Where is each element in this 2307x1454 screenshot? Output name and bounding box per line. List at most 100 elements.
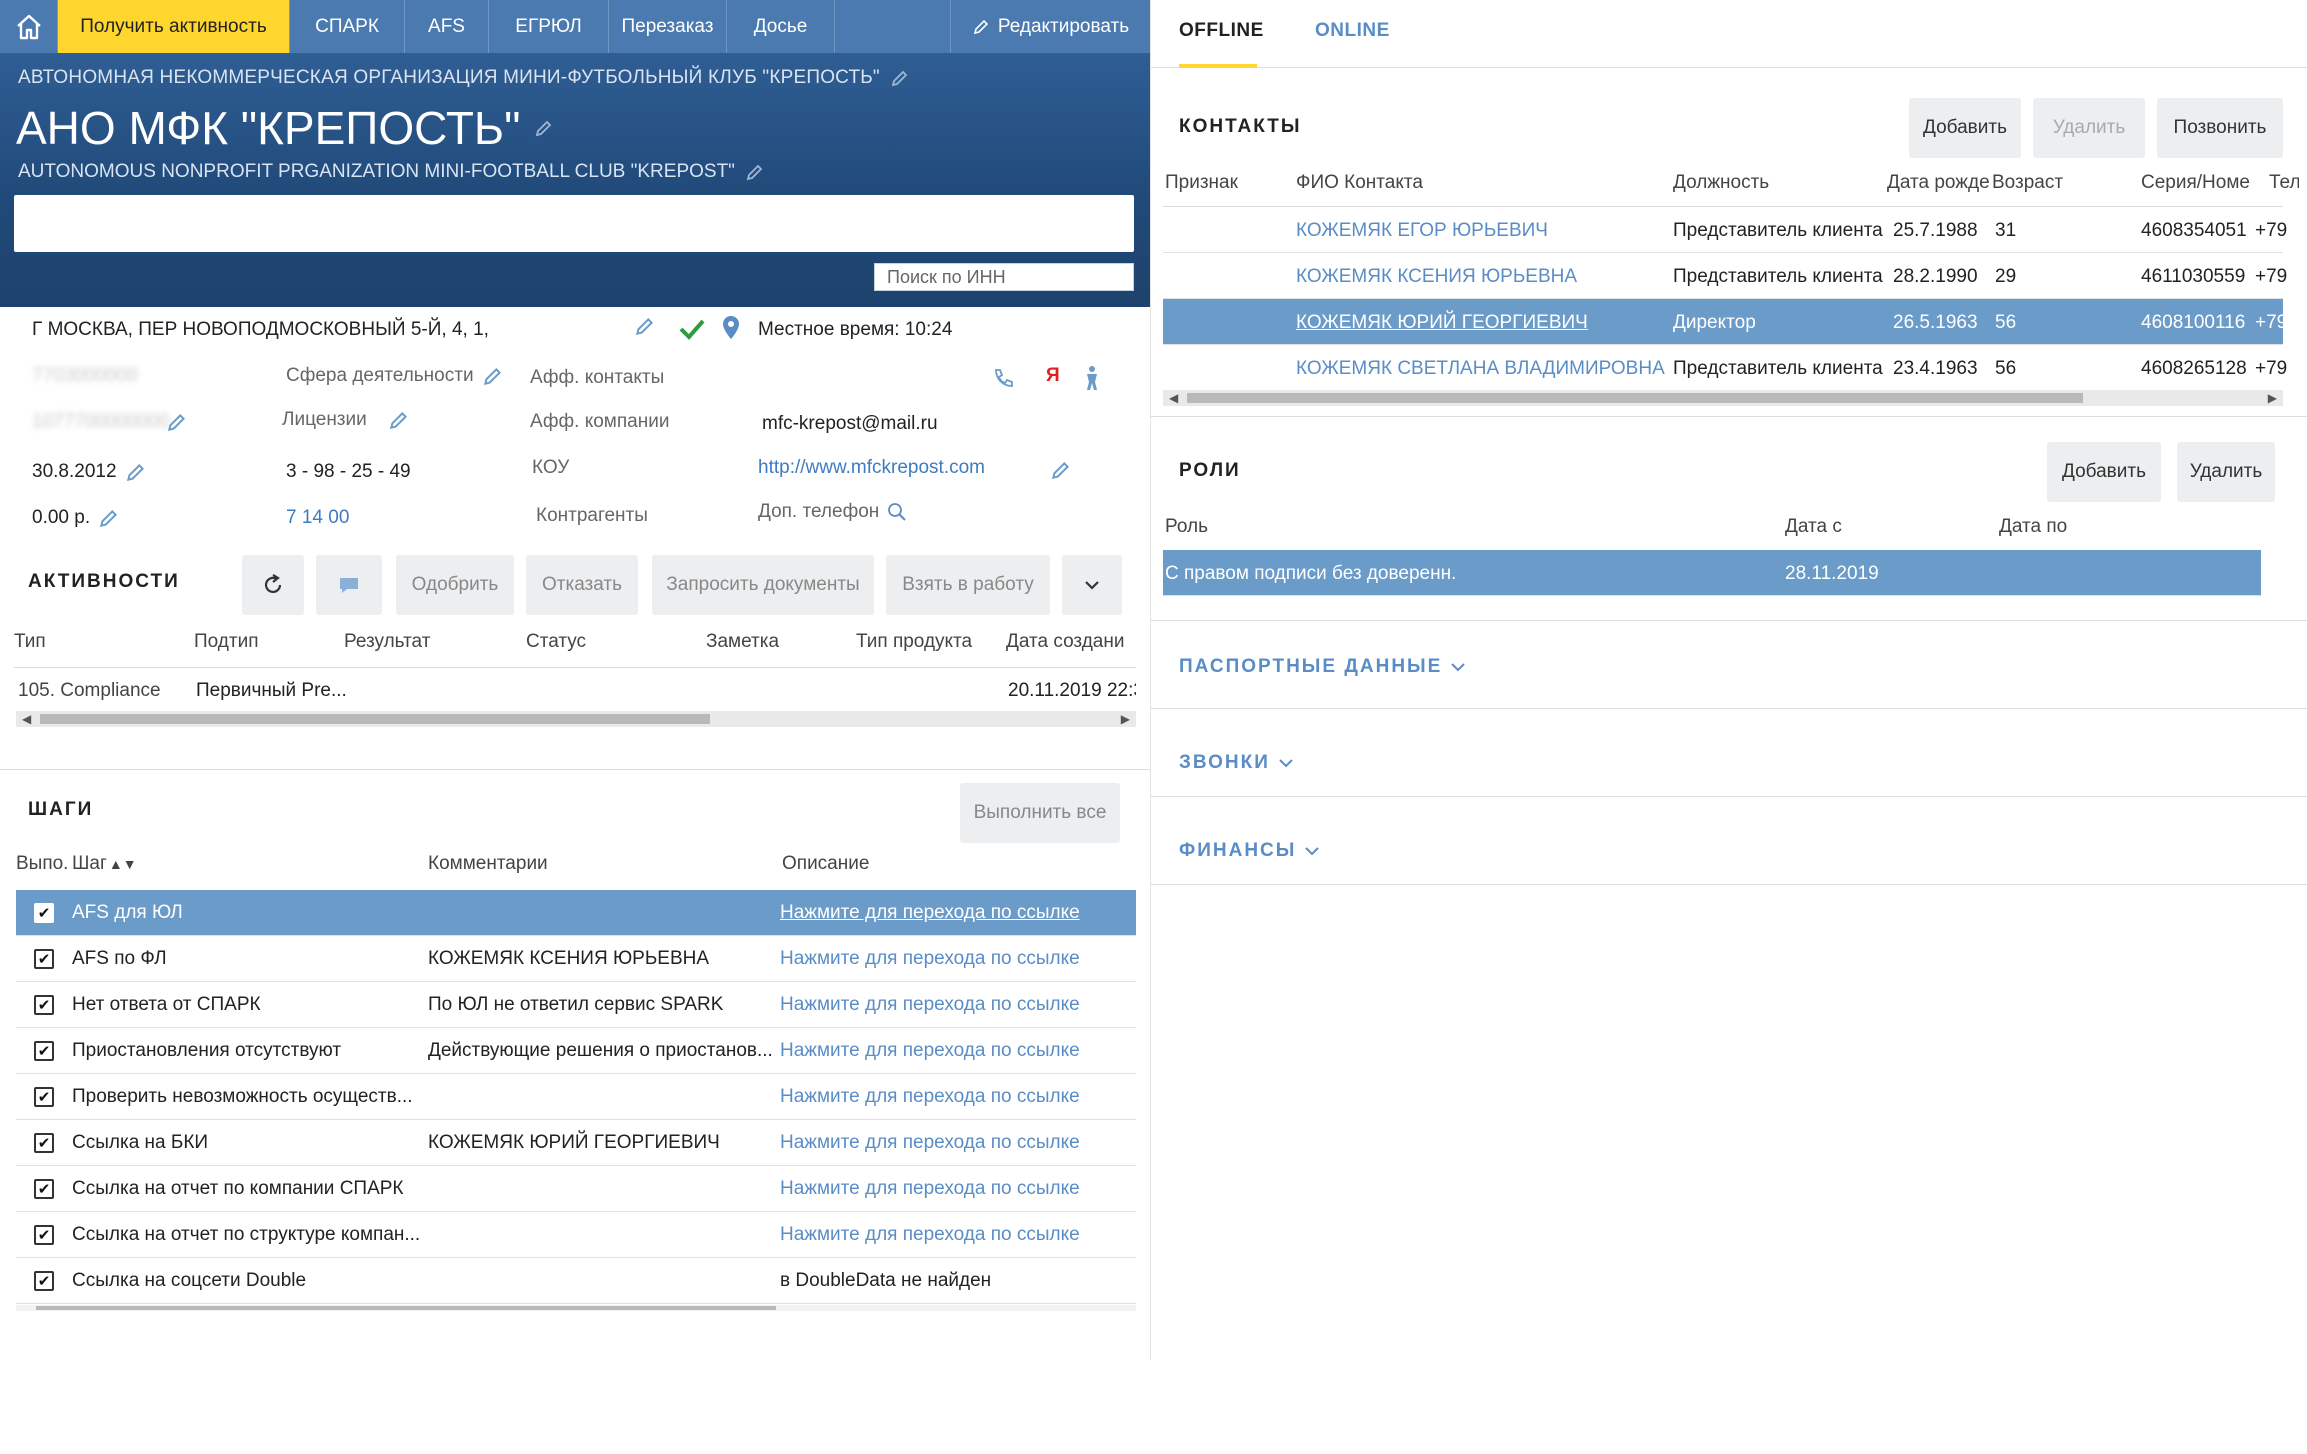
step-row[interactable]: ✔ AFS для ЮЛ Нажмите для перехода по ссылк…	[16, 890, 1136, 936]
steps-scrollbar[interactable]	[16, 1305, 1136, 1311]
nav-afs[interactable]: AFS	[405, 0, 489, 53]
activities-scrollbar[interactable]: ◀ ▶	[16, 711, 1136, 727]
edit-pencil-icon[interactable]	[388, 409, 410, 431]
step-row[interactable]: ✔ Ссылка на соцсети Double в DoubleData не…	[16, 1258, 1136, 1304]
step-description-link[interactable]: Нажмите для перехода по ссылке	[780, 948, 1080, 970]
call-contact-button[interactable]: Позвонить	[2157, 98, 2283, 158]
step-description-link[interactable]: Нажмите для перехода по ссылке	[780, 902, 1080, 924]
col-role[interactable]: Роль	[1165, 516, 1208, 538]
aff-companies-label[interactable]: Афф. компании	[530, 411, 669, 433]
location-pin-icon[interactable]	[722, 315, 740, 341]
approve-button[interactable]: Одобрить	[396, 555, 514, 615]
col-position[interactable]: Должность	[1673, 172, 1769, 194]
add-role-button[interactable]: Добавить	[2047, 442, 2161, 502]
scroll-right-icon[interactable]: ▶	[1121, 711, 1130, 727]
edit-pencil-icon[interactable]	[634, 315, 656, 337]
col-done[interactable]: Выпо.	[16, 853, 68, 875]
checkbox[interactable]: ✔	[34, 1271, 54, 1291]
person-icon[interactable]	[1082, 365, 1102, 391]
col-product-type[interactable]: Тип продукта	[856, 631, 972, 653]
contact-row[interactable]: КОЖЕМЯК СВЕТЛАНА ВЛАДИМИРОВНА Представите…	[1163, 345, 2287, 391]
calls-section-toggle[interactable]: ЗВОНКИ	[1179, 752, 1294, 774]
tab-offline[interactable]: OFFLINE	[1179, 20, 1264, 42]
scrollbar-thumb[interactable]	[1187, 393, 2083, 403]
checkbox[interactable]: ✔	[34, 995, 54, 1015]
edit-button[interactable]: Редактировать	[950, 0, 1150, 53]
step-row[interactable]: ✔ Ссылка на отчет по компании СПАРК Нажмит…	[16, 1166, 1136, 1212]
col-type[interactable]: Тип	[14, 631, 46, 653]
nav-reorder[interactable]: Перезаказ	[609, 0, 727, 53]
col-comments[interactable]: Комментарии	[428, 853, 548, 875]
checkbox[interactable]: ✔	[34, 903, 54, 923]
add-contact-button[interactable]: Добавить	[1909, 98, 2021, 158]
activity-type-link[interactable]: 105. Compliance	[18, 680, 161, 702]
counterparties-label[interactable]: Контрагенты	[536, 505, 648, 527]
checkbox[interactable]: ✔	[34, 1225, 54, 1245]
refresh-button[interactable]	[242, 555, 304, 615]
col-note[interactable]: Заметка	[706, 631, 779, 653]
col-flag[interactable]: Признак	[1165, 172, 1238, 194]
home-button[interactable]	[0, 0, 58, 53]
comment-input[interactable]	[14, 195, 1134, 252]
get-activity-button[interactable]: Получить активность	[58, 0, 290, 53]
col-date-from[interactable]: Дата с	[1785, 516, 1842, 538]
phone-icon[interactable]	[992, 367, 1014, 389]
scroll-right-icon[interactable]: ▶	[2268, 390, 2277, 406]
inn-search-input[interactable]: Поиск по ИНН	[874, 263, 1134, 291]
tab-online[interactable]: ONLINE	[1315, 20, 1390, 42]
edit-pencil-icon[interactable]	[534, 118, 554, 138]
role-row[interactable]: С правом подписи без доверенн. 28.11.201…	[1163, 550, 2261, 596]
step-row[interactable]: ✔ Проверить невозможность осуществ... Нажм…	[16, 1074, 1136, 1120]
nav-egrul[interactable]: ЕГРЮЛ	[489, 0, 609, 53]
edit-pencil-icon[interactable]	[166, 411, 188, 433]
step-row[interactable]: ✔ Нет ответа от СПАРК По ЮЛ не ответил сер…	[16, 982, 1136, 1028]
scrollbar-thumb[interactable]	[36, 1306, 776, 1310]
delete-contact-button[interactable]: Удалить	[2033, 98, 2145, 158]
nav-spark[interactable]: СПАРК	[290, 0, 405, 53]
execute-all-button[interactable]: Выполнить все	[960, 783, 1120, 843]
contact-name-link[interactable]: КОЖЕМЯК ЮРИЙ ГЕОРГИЕВИЧ	[1296, 312, 1588, 334]
okved-link[interactable]: 7 14 00	[286, 507, 349, 529]
contact-name-link[interactable]: КОЖЕМЯК КСЕНИЯ ЮРЬЕВНА	[1296, 266, 1577, 288]
col-contact-name[interactable]: ФИО Контакта	[1296, 172, 1423, 194]
col-birth[interactable]: Дата рожде	[1887, 172, 1989, 194]
step-row[interactable]: ✔ Ссылка на БКИ КОЖЕМЯК ЮРИЙ ГЕОРГИЕВИЧ Наж…	[16, 1120, 1136, 1166]
step-row[interactable]: ✔ Ссылка на отчет по структуре компан... Н…	[16, 1212, 1136, 1258]
col-step[interactable]: Шаг ▲▼	[72, 853, 137, 875]
edit-pencil-icon[interactable]	[125, 461, 147, 483]
passport-section-toggle[interactable]: ПАСПОРТНЫЕ ДАННЫЕ	[1179, 656, 1466, 678]
take-to-work-button[interactable]: Взять в работу	[886, 555, 1050, 615]
comment-button[interactable]	[316, 555, 382, 615]
request-docs-button[interactable]: Запросить документы	[652, 555, 874, 615]
col-phone[interactable]: Тел	[2269, 172, 2299, 194]
col-age[interactable]: Возраст	[1992, 172, 2063, 194]
col-date-to[interactable]: Дата по	[1999, 516, 2067, 538]
col-subtype[interactable]: Подтип	[194, 631, 259, 653]
col-result[interactable]: Результат	[344, 631, 430, 653]
step-description-link[interactable]: Нажмите для перехода по ссылке	[780, 1178, 1080, 1200]
step-row[interactable]: ✔ Приостановления отсутствуют Действующие …	[16, 1028, 1136, 1074]
edit-pencil-icon[interactable]	[890, 68, 910, 88]
yandex-icon[interactable]: Я	[1046, 365, 1060, 387]
checkbox[interactable]: ✔	[34, 1087, 54, 1107]
checkbox[interactable]: ✔	[34, 1179, 54, 1199]
step-row[interactable]: ✔ AFS по ФЛ КОЖЕМЯК КСЕНИЯ ЮРЬЕВНА Нажмите …	[16, 936, 1136, 982]
checkbox[interactable]: ✔	[34, 949, 54, 969]
col-status[interactable]: Статус	[526, 631, 586, 653]
step-description-link[interactable]: Нажмите для перехода по ссылке	[780, 1086, 1080, 1108]
more-dropdown-button[interactable]	[1062, 555, 1122, 615]
contact-name-link[interactable]: КОЖЕМЯК ЕГОР ЮРЬЕВИЧ	[1296, 220, 1548, 242]
edit-pencil-icon[interactable]	[98, 507, 120, 529]
search-icon[interactable]	[887, 502, 907, 522]
nav-dossier[interactable]: Досье	[727, 0, 835, 53]
col-passport[interactable]: Серия/Номе	[2141, 172, 2267, 194]
checkbox[interactable]: ✔	[34, 1041, 54, 1061]
step-description-link[interactable]: Нажмите для перехода по ссылке	[780, 994, 1080, 1016]
scroll-left-icon[interactable]: ◀	[22, 711, 31, 727]
contact-name-link[interactable]: КОЖЕМЯК СВЕТЛАНА ВЛАДИМИРОВНА	[1296, 358, 1665, 380]
contacts-scrollbar[interactable]: ◀ ▶	[1163, 390, 2283, 406]
step-description-link[interactable]: Нажмите для перехода по ссылке	[780, 1132, 1080, 1154]
edit-pencil-icon[interactable]	[1050, 459, 1072, 481]
contact-row[interactable]: КОЖЕМЯК ЮРИЙ ГЕОРГИЕВИЧ Директор 26.5.1963…	[1163, 299, 2287, 345]
reject-button[interactable]: Отказать	[526, 555, 638, 615]
